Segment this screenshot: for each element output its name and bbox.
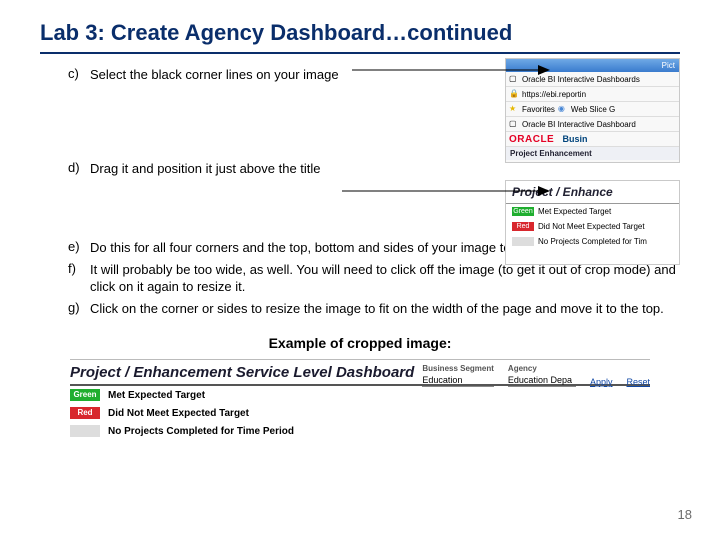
filter-col2-label: Agency xyxy=(508,364,576,373)
apply-link: Apply xyxy=(590,377,613,387)
step-g-text: Click on the corner or sides to resize t… xyxy=(90,300,680,318)
legend-green-text: Met Expected Target xyxy=(108,390,205,401)
step-e-letter: e) xyxy=(68,239,90,254)
thumb-c-slice: Web Slice G xyxy=(571,105,615,114)
thumb-c-busi: Busin xyxy=(562,134,587,144)
doc-icon: ▢ xyxy=(509,74,519,84)
filter-col1-label: Business Segment xyxy=(422,364,494,373)
lock-icon: 🔒 xyxy=(509,89,519,99)
reset-link: Reset xyxy=(626,377,650,387)
thumb-c-fav: Favorites xyxy=(522,105,555,114)
legend-green-badge: Green xyxy=(70,389,100,401)
thumb-c-row2: https://ebi.reportin xyxy=(522,90,586,99)
thumb-c-row1: Oracle BI Interactive Dashboards xyxy=(522,75,640,84)
thumb-d-header: Project / Enhance xyxy=(506,181,679,204)
example-label: Example of cropped image: xyxy=(40,335,680,351)
step-f-text: It will probably be too wide, as well. Y… xyxy=(90,261,680,296)
tab-icon: ▢ xyxy=(509,119,519,129)
thumb-d-red-text: Did Not Meet Expected Target xyxy=(538,222,645,231)
globe-icon: ◉ xyxy=(558,104,568,114)
step-f-letter: f) xyxy=(68,261,90,276)
thumb-c-row4: Oracle BI Interactive Dashboard xyxy=(522,120,636,129)
page-title: Lab 3: Create Agency Dashboard…continued xyxy=(40,20,680,54)
legend-gray-text: No Projects Completed for Time Period xyxy=(108,426,294,437)
thumb-d-gray xyxy=(512,237,534,246)
star-icon: ★ xyxy=(509,104,519,114)
filter-col1-value: Education xyxy=(422,375,494,387)
legend-gray-badge xyxy=(70,425,100,437)
page-number: 18 xyxy=(678,507,692,522)
legend-red-badge: Red xyxy=(70,407,100,419)
step-g-letter: g) xyxy=(68,300,90,315)
thumb-d-green-text: Met Expected Target xyxy=(538,207,611,216)
example-cropped-image: Project / Enhancement Service Level Dash… xyxy=(70,359,650,431)
thumb-d-gray-text: No Projects Completed for Tim xyxy=(538,237,647,246)
step-c-letter: c) xyxy=(68,66,90,81)
thumb-d-green: Green xyxy=(512,207,534,216)
step-d-letter: d) xyxy=(68,160,90,175)
thumb-c-proj: Project Enhancement xyxy=(506,147,679,160)
oracle-logo: ORACLE xyxy=(509,134,554,145)
legend-red-text: Did Not Meet Expected Target xyxy=(108,408,249,419)
thumb-c-topbar: Pict xyxy=(506,59,679,72)
thumbnail-c: Pict ▢Oracle BI Interactive Dashboards 🔒… xyxy=(505,58,680,163)
filter-col2-value: Education Depa xyxy=(508,375,576,387)
thumb-d-red: Red xyxy=(512,222,534,231)
thumbnail-d: Project / Enhance Green Met Expected Targ… xyxy=(505,180,680,265)
